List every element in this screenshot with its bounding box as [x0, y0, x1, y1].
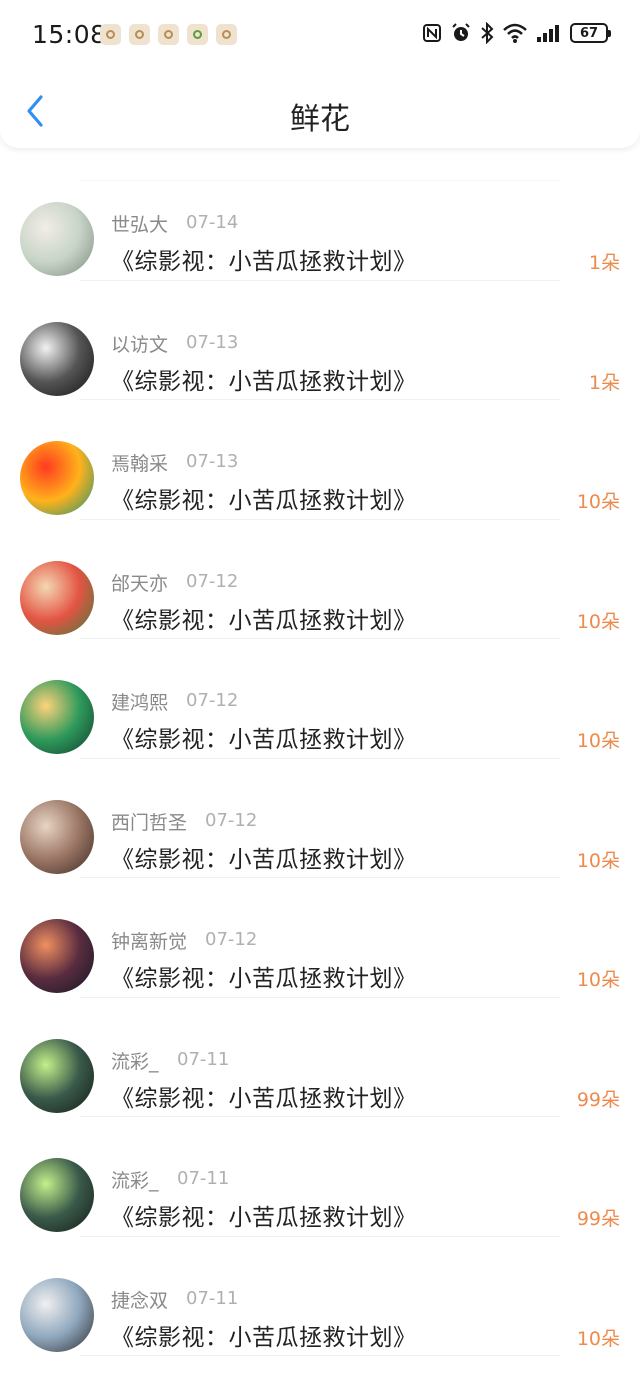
list-item[interactable]: 世弘大 07-14 《综影视：小苦瓜拯救计划》 1朵 [0, 160, 640, 281]
user-name: 西门哲圣 [111, 811, 188, 834]
book-title: 《综影视：小苦瓜拯救计划》 [111, 607, 417, 634]
user-name: 流彩_ [111, 1050, 159, 1073]
flower-amount: 99朵 [576, 1088, 620, 1111]
item-date: 07-12 [205, 809, 258, 831]
notification-app-icon [187, 24, 208, 45]
notification-icons [100, 24, 237, 45]
notification-app-icon [216, 24, 237, 45]
item-date: 07-12 [186, 690, 239, 711]
notification-app-icon [158, 24, 179, 45]
battery-icon: 67 [570, 23, 611, 43]
book-title: 《综影视：小苦瓜拯救计划》 [111, 1085, 417, 1112]
user-name: 流彩_ [111, 1170, 159, 1192]
avatar[interactable] [20, 1038, 94, 1113]
item-date: 07-11 [186, 1287, 239, 1309]
page-title: 鲜花 [290, 102, 350, 137]
user-name: 世弘大 [111, 214, 169, 236]
flower-amount: 10朵 [576, 491, 620, 513]
battery-level: 67 [579, 25, 599, 41]
user-name: 捷念双 [111, 1289, 169, 1312]
book-title: 《综影视：小苦瓜拯救计划》 [111, 966, 417, 992]
avatar[interactable] [20, 321, 94, 396]
wifi-icon [503, 23, 527, 43]
flower-amount: 10朵 [576, 849, 620, 872]
gift-list-rows: 世弘大 07-14 《综影视：小苦瓜拯救计划》 1朵 以访文 07-13 《综影视：小苦瓜拯… [0, 160, 640, 1356]
flower-amount: 1朵 [588, 252, 620, 274]
list-item[interactable]: 邰天亦 07-12 《综影视：小苦瓜拯救计划》 10朵 [0, 519, 640, 639]
book-title: 《综影视：小苦瓜拯救计划》 [111, 249, 417, 275]
list-item[interactable]: 钟离新觉 07-12 《综影视：小苦瓜拯救计划》 10朵 [0, 877, 640, 998]
list-item[interactable]: 以访文 07-13 《综影视：小苦瓜拯救计划》 1朵 [0, 280, 640, 400]
status-time: 15:08 [32, 20, 107, 49]
list-item[interactable]: 捷念双 07-11 《综影视：小苦瓜拯救计划》 10朵 [0, 1236, 640, 1356]
book-title: 《综影视：小苦瓜拯救计划》 [111, 846, 417, 873]
item-date: 07-11 [177, 1048, 230, 1070]
list-item[interactable]: 焉翰采 07-13 《综影视：小苦瓜拯救计划》 10朵 [0, 399, 640, 520]
user-name: 焉翰采 [111, 453, 169, 475]
nav-bar: 鲜花 [0, 72, 640, 148]
item-date: 07-12 [186, 570, 239, 592]
list-item[interactable]: 西门哲圣 07-12 《综影视：小苦瓜拯救计划》 10朵 [0, 758, 640, 878]
user-name: 建鸿熙 [111, 692, 169, 714]
list-item[interactable]: 流彩_ 07-11 《综影视：小苦瓜拯救计划》 99朵 [0, 1116, 640, 1237]
item-date: 07-13 [186, 451, 239, 472]
avatar[interactable] [20, 202, 94, 276]
avatar[interactable] [20, 1158, 94, 1232]
avatar[interactable] [20, 1277, 94, 1352]
divider [80, 1355, 560, 1356]
flower-amount: 1朵 [588, 371, 620, 394]
system-icons: 67 [422, 22, 611, 44]
nfc-icon [423, 24, 441, 42]
user-name: 邰天亦 [111, 572, 169, 595]
flower-amount: 10朵 [576, 610, 620, 633]
avatar[interactable] [20, 441, 94, 515]
notification-app-icon [129, 24, 150, 45]
book-title: 《综影视：小苦瓜拯救计划》 [111, 727, 417, 753]
list-item[interactable]: 流彩_ 07-11 《综影视：小苦瓜拯救计划》 99朵 [0, 997, 640, 1117]
flower-amount: 10朵 [576, 1327, 620, 1350]
alarm-icon [452, 23, 470, 41]
notification-app-icon [100, 24, 121, 45]
item-date: 07-14 [186, 212, 239, 233]
status-bar: 15:08 67 [0, 0, 640, 72]
book-title: 《综影视：小苦瓜拯救计划》 [111, 488, 417, 514]
avatar[interactable] [20, 919, 94, 993]
item-date: 07-12 [205, 929, 258, 950]
book-title: 《综影视：小苦瓜拯救计划》 [111, 368, 417, 395]
user-name: 以访文 [111, 333, 169, 356]
flower-amount: 99朵 [576, 1208, 620, 1230]
avatar[interactable] [20, 680, 94, 754]
item-date: 07-13 [186, 331, 239, 353]
book-title: 《综影视：小苦瓜拯救计划》 [111, 1205, 417, 1231]
flower-amount: 10朵 [576, 969, 620, 991]
bluetooth-icon [481, 22, 494, 44]
signal-icon [537, 25, 559, 42]
item-date: 07-11 [177, 1168, 230, 1189]
flower-amount: 10朵 [576, 730, 620, 752]
list-item[interactable]: 建鸿熙 07-12 《综影视：小苦瓜拯救计划》 10朵 [0, 638, 640, 759]
user-name: 钟离新觉 [111, 931, 188, 953]
gift-list: 世弘大 07-14 《综影视：小苦瓜拯救计划》 1朵 以访文 07-13 《综影视：小苦瓜拯… [0, 160, 640, 1356]
book-title: 《综影视：小苦瓜拯救计划》 [111, 1324, 417, 1351]
avatar[interactable] [20, 560, 94, 635]
avatar[interactable] [20, 799, 94, 874]
